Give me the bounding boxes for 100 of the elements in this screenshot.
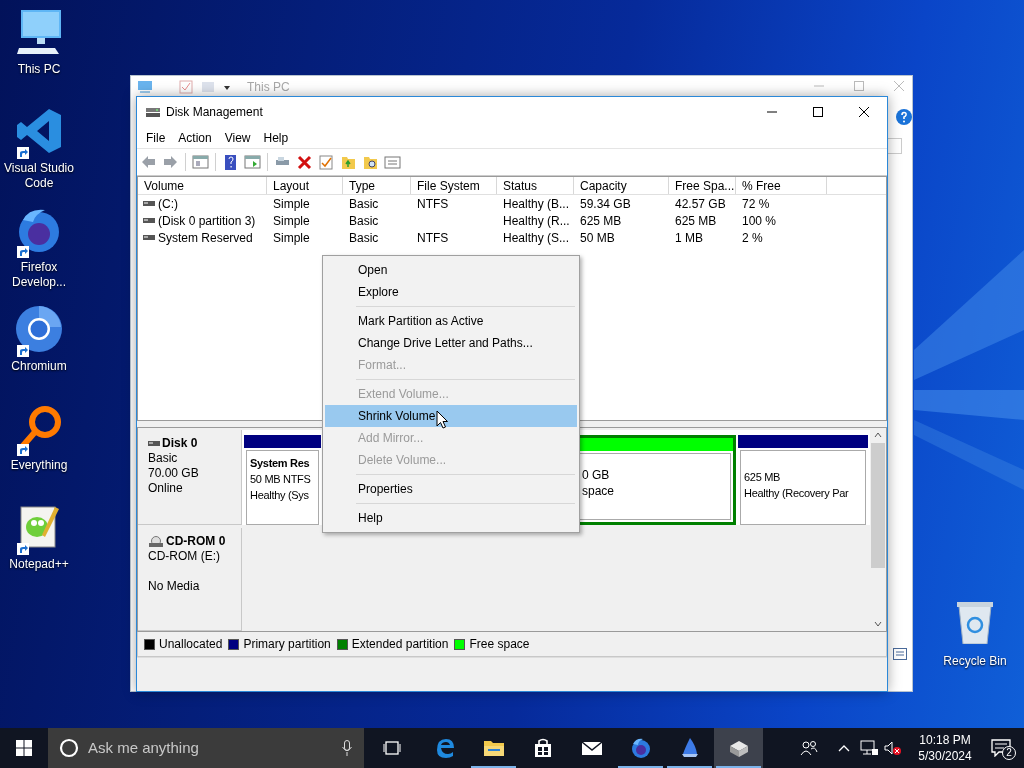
taskbar-app-button[interactable] bbox=[714, 728, 763, 768]
legend-label: Primary partition bbox=[243, 636, 331, 653]
computer-icon bbox=[137, 80, 153, 94]
globe-app-icon[interactable] bbox=[15, 305, 63, 353]
table-cell-text: Healthy (B... bbox=[503, 195, 570, 213]
checkmark-icon[interactable] bbox=[318, 153, 335, 171]
disk-info-panel[interactable]: Disk 0 Basic 70.00 GB Online bbox=[138, 430, 242, 525]
partition-size: 50 MB NTFS bbox=[250, 472, 312, 487]
drive-icon bbox=[148, 440, 160, 447]
help-icon[interactable] bbox=[896, 109, 912, 125]
desktop-icon-label[interactable]: Chromium bbox=[0, 359, 78, 374]
notification-button[interactable]: 2 bbox=[978, 728, 1024, 768]
clock-date: 5/30/2024 bbox=[918, 748, 972, 764]
table-cell-text: Simple bbox=[273, 212, 310, 230]
view-icon[interactable] bbox=[893, 648, 907, 660]
partition-status: space bbox=[582, 483, 616, 499]
people-icon[interactable] bbox=[800, 740, 818, 756]
column-header[interactable]: File System bbox=[411, 177, 497, 194]
disk-type: Basic bbox=[148, 451, 179, 466]
table-cell-text: NTFS bbox=[417, 229, 449, 247]
editor-app-icon[interactable] bbox=[15, 107, 63, 155]
legend-label: Extended partition bbox=[351, 636, 449, 653]
table-cell-text: 50 MB bbox=[580, 229, 615, 247]
table-cell-text: Basic bbox=[349, 212, 379, 230]
desktop-icon-label[interactable]: Everything bbox=[0, 458, 78, 473]
partition-status: Healthy (Sys bbox=[250, 488, 310, 503]
dropdown-icon[interactable] bbox=[223, 83, 231, 91]
mouse-pointer-icon bbox=[436, 409, 449, 429]
windows-logo-icon bbox=[16, 740, 32, 756]
notification-count: 2 bbox=[1002, 746, 1016, 760]
partition-size: 0 GB bbox=[582, 467, 611, 483]
computer-app-icon[interactable] bbox=[15, 8, 63, 56]
task-view-icon bbox=[383, 740, 401, 756]
table-cell-text: Simple bbox=[273, 229, 310, 247]
column-header[interactable]: % Free bbox=[736, 177, 827, 194]
table-cell-text: System Reserved bbox=[158, 229, 253, 247]
menu-item[interactable]: Mark Partition as Active bbox=[325, 310, 577, 332]
disk-size: 70.00 GB bbox=[148, 466, 200, 481]
column-header[interactable]: Layout bbox=[267, 177, 343, 194]
desktop-icon-label[interactable]: Recycle Bin bbox=[943, 652, 1007, 670]
desktop-icon-label[interactable]: Firefox Develop... bbox=[0, 260, 78, 290]
speaker-muted-icon[interactable] bbox=[884, 740, 902, 756]
disk-status: No Media bbox=[148, 579, 201, 594]
microphone-icon[interactable] bbox=[342, 740, 352, 756]
message-icon bbox=[991, 739, 1011, 757]
clock[interactable]: 10:18 PM 5/30/2024 bbox=[912, 732, 978, 764]
window-title: Disk Management bbox=[166, 104, 263, 121]
search-box[interactable]: Ask me anything bbox=[48, 728, 364, 768]
cortana-icon bbox=[59, 738, 79, 758]
table-cell-text: Simple bbox=[273, 195, 310, 213]
menu-item[interactable]: View bbox=[218, 127, 257, 148]
menu-item[interactable]: Change Drive Letter and Paths... bbox=[325, 332, 577, 354]
column-header[interactable]: Volume bbox=[138, 177, 267, 194]
column-header[interactable]: Capacity bbox=[574, 177, 669, 194]
partition-status: Healthy (Recovery Par bbox=[744, 486, 850, 501]
partition-name: System Res bbox=[250, 456, 311, 471]
menu-item[interactable]: Explore bbox=[325, 281, 577, 303]
table-cell-text: (C:) bbox=[158, 195, 178, 213]
window-pane-icon[interactable] bbox=[244, 153, 261, 171]
drive-icon bbox=[143, 217, 155, 224]
disk-name: Disk 0 bbox=[162, 436, 198, 451]
chevron-up-icon[interactable] bbox=[838, 744, 850, 752]
menu-item[interactable]: Action bbox=[172, 127, 218, 148]
table-cell-text: (Disk 0 partition 3) bbox=[158, 212, 256, 230]
desktop-icon-label[interactable]: This PC bbox=[0, 62, 78, 77]
close-icon bbox=[859, 107, 869, 117]
drive-icon bbox=[143, 200, 155, 207]
table-cell-text: 1 MB bbox=[675, 229, 703, 247]
disk-type: CD-ROM (E:) bbox=[148, 549, 221, 564]
table-cell-text: 2 % bbox=[742, 229, 763, 247]
disk-info-panel[interactable]: CD-ROM 0 CD-ROM (E:) No Media bbox=[138, 528, 242, 631]
table-cell-text: Healthy (S... bbox=[503, 229, 570, 247]
recycle-bin-icon[interactable] bbox=[955, 600, 995, 644]
disk-name: CD-ROM 0 bbox=[166, 534, 226, 549]
menu-item[interactable]: Shrink Volume bbox=[325, 405, 577, 427]
desktop-icon-label[interactable]: Notepad++ bbox=[0, 557, 78, 572]
maximize-icon bbox=[813, 107, 823, 117]
column-header[interactable]: Type bbox=[343, 177, 411, 194]
scroll-down-icon[interactable] bbox=[874, 621, 882, 627]
cd-drive-icon bbox=[148, 535, 164, 548]
table-cell-text: 59.34 GB bbox=[580, 195, 631, 213]
checklist-icon[interactable] bbox=[179, 80, 193, 94]
drive-icon bbox=[143, 234, 155, 241]
table-cell-text: Basic bbox=[349, 195, 379, 213]
column-header[interactable]: Status bbox=[497, 177, 574, 194]
menu-item[interactable]: Help bbox=[257, 127, 295, 148]
column-header[interactable]: Free Spa... bbox=[669, 177, 736, 194]
search-field[interactable]: Ask me anything bbox=[88, 736, 308, 760]
forward-arrow-icon[interactable] bbox=[162, 153, 179, 171]
scroll-up-icon[interactable] bbox=[874, 432, 882, 438]
desktop-icon-label[interactable]: Visual Studio Code bbox=[0, 161, 78, 191]
delete-icon[interactable] bbox=[296, 153, 313, 171]
help-book-icon[interactable] bbox=[222, 153, 239, 171]
table-cell-text: 625 MB bbox=[580, 212, 622, 230]
table-cell-text: 72 % bbox=[742, 195, 770, 213]
network-icon[interactable] bbox=[860, 740, 878, 756]
menu-item[interactable]: File bbox=[140, 127, 172, 148]
window-title: This PC bbox=[247, 79, 290, 96]
partition-size: 625 MB bbox=[744, 470, 782, 485]
menu-item[interactable]: Open bbox=[325, 259, 577, 281]
